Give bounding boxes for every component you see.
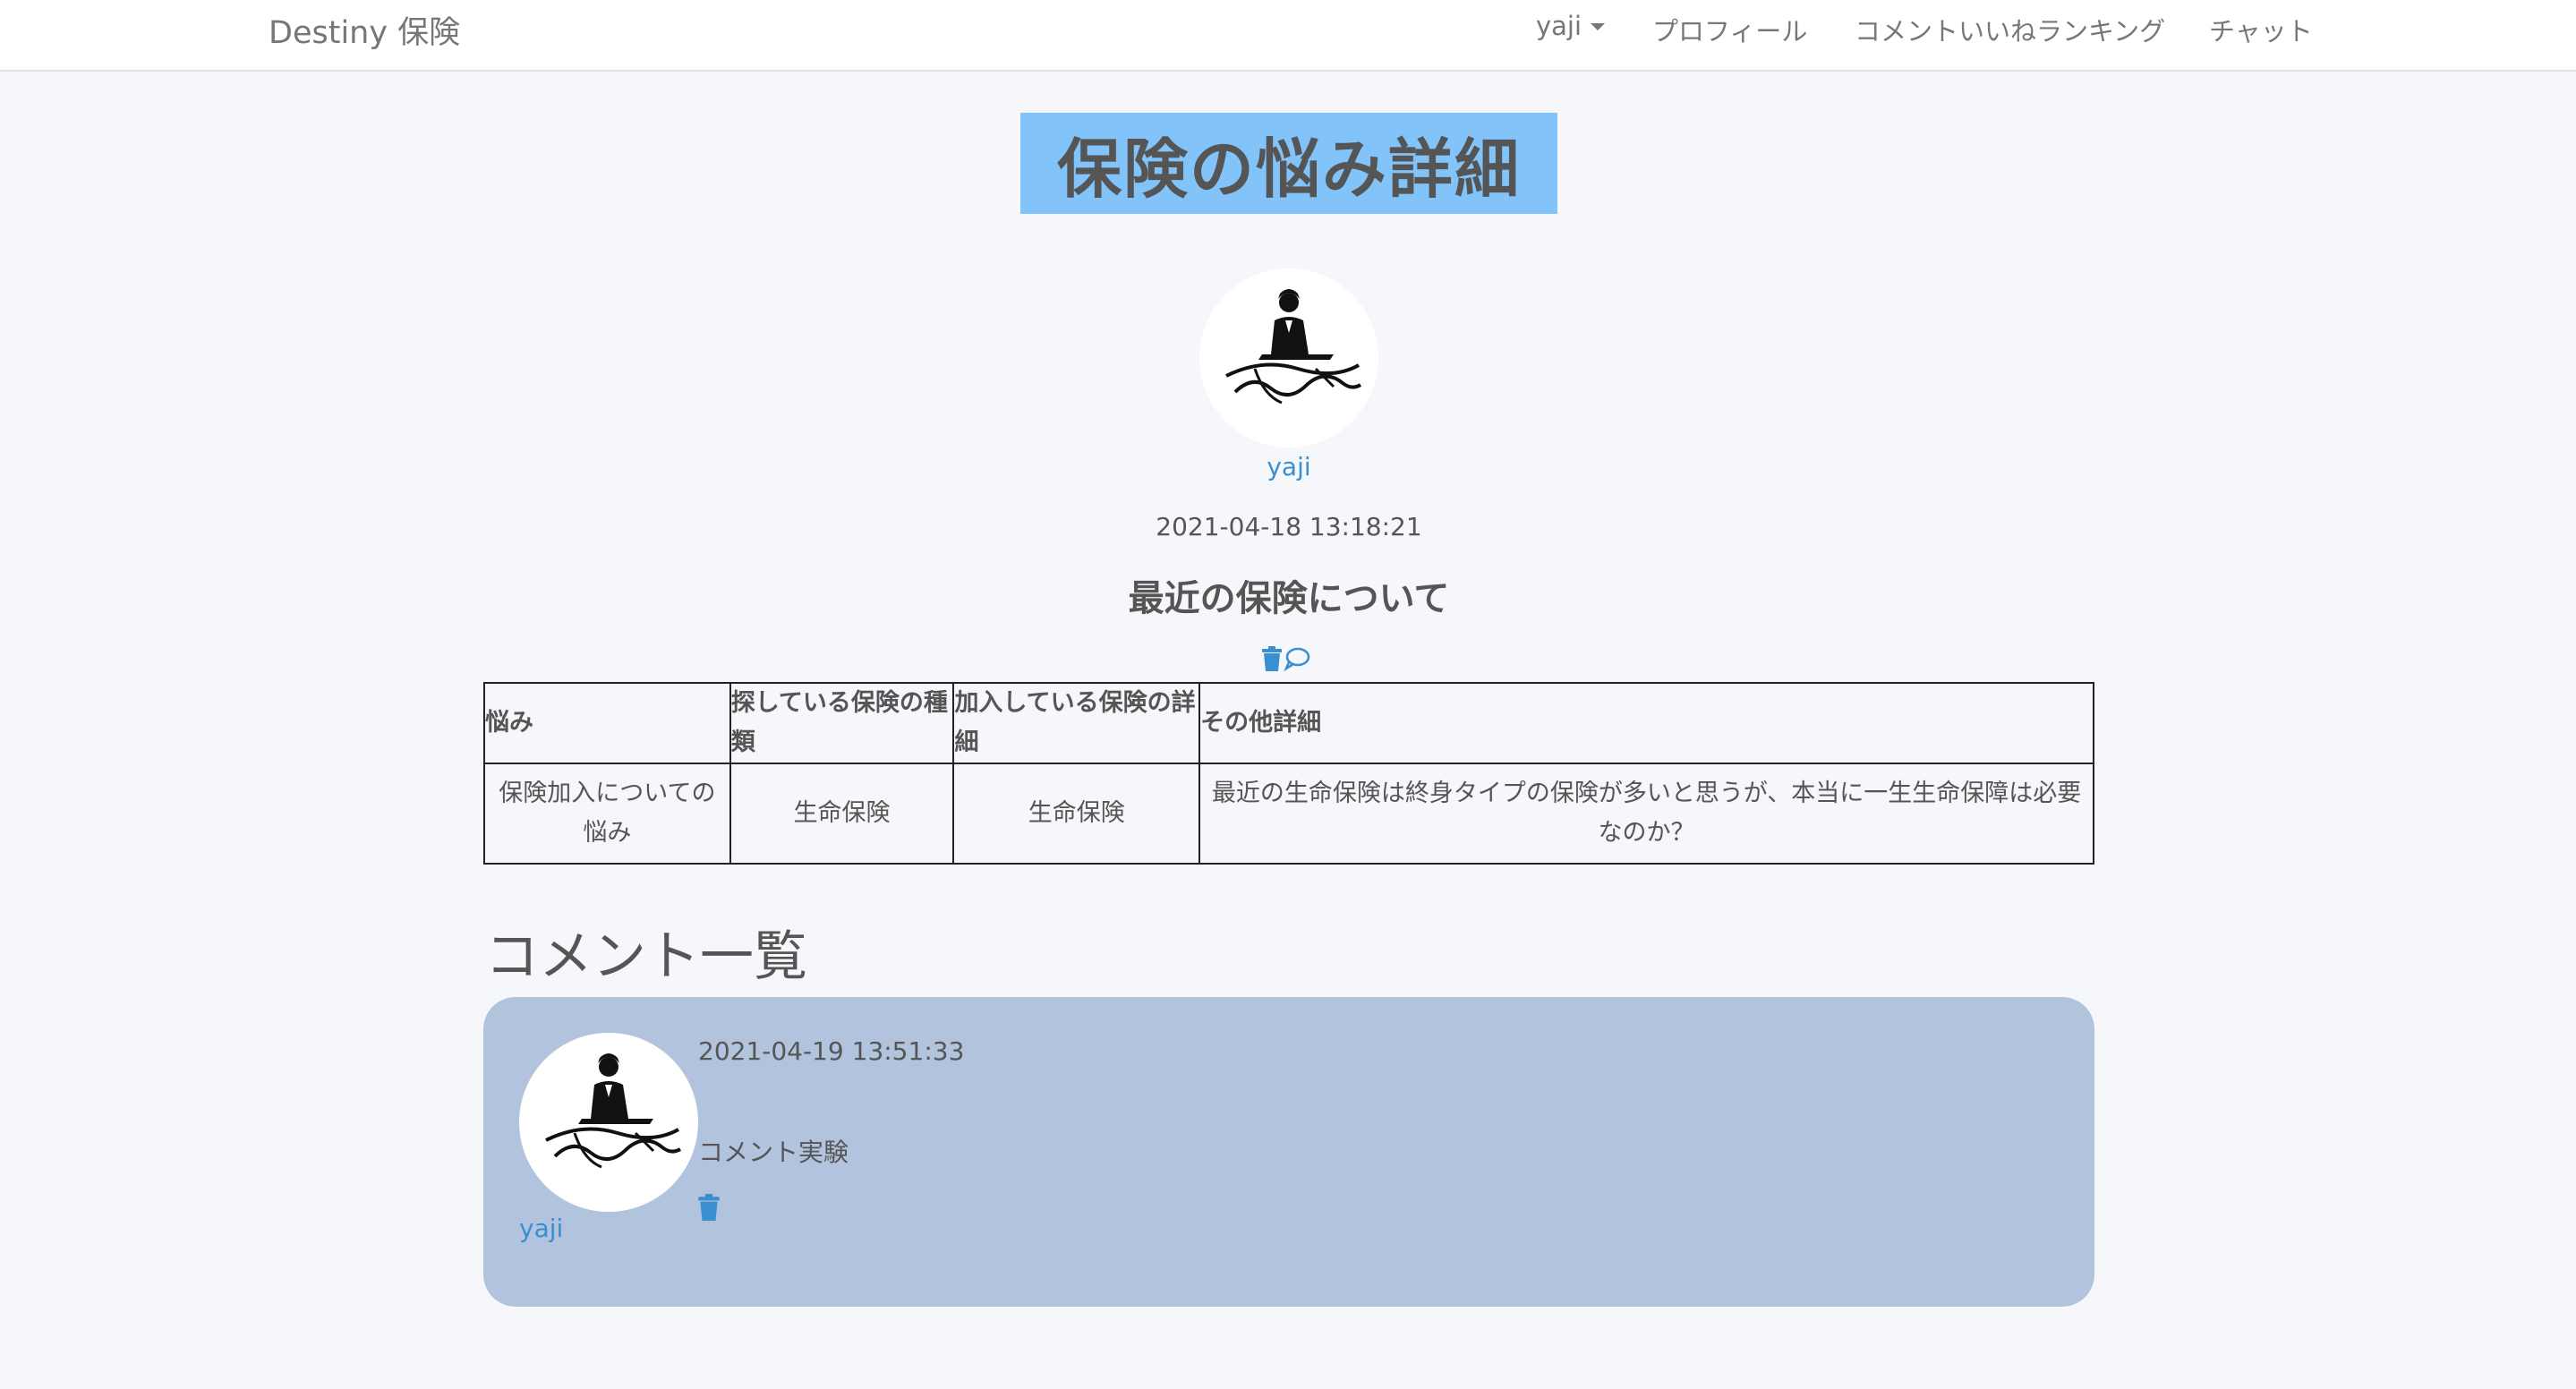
table-cell-other: 最近の生命保険は終身タイプの保険が多いと思うが、本当に一生生命保障は必要なのか？ bbox=[1198, 763, 2094, 865]
avatar-logo-icon bbox=[545, 1053, 682, 1169]
comments-heading: コメント一覧 bbox=[485, 925, 807, 988]
post-date: 2021-04-18 13:18:21 bbox=[1156, 512, 1422, 541]
caret-down-icon bbox=[1591, 23, 1606, 30]
table-cell-worry: 保険加入についての悩み bbox=[483, 763, 731, 865]
comment-avatar[interactable] bbox=[519, 1033, 698, 1212]
table-header-search-type: 探している保険の種類 bbox=[729, 682, 955, 764]
comment-date: 2021-04-19 13:51:33 bbox=[698, 1036, 965, 1066]
table-header-enrolled: 加入している保険の詳細 bbox=[952, 682, 1201, 764]
brand-link[interactable]: Destiny 保険 bbox=[269, 7, 460, 53]
author-avatar[interactable] bbox=[1199, 268, 1378, 447]
table-row: 保険加入についての悩み 生命保険 生命保険 最近の生命保険は終身タイプの保険が多… bbox=[483, 763, 2094, 865]
comment-body: コメント実験 bbox=[698, 1138, 849, 1167]
comment-trash-icon[interactable] bbox=[698, 1194, 720, 1224]
user-menu-dropdown[interactable]: yaji bbox=[1536, 11, 1606, 41]
comment-author-link[interactable]: yaji bbox=[519, 1214, 563, 1243]
author-link[interactable]: yaji bbox=[1199, 452, 1378, 481]
avatar-logo-icon bbox=[1225, 289, 1362, 405]
table-cell-search-type: 生命保険 bbox=[729, 763, 955, 865]
post-actions bbox=[1262, 646, 1310, 675]
comment-icon[interactable] bbox=[1284, 646, 1310, 675]
user-menu-label: yaji bbox=[1536, 11, 1582, 41]
nav-chat-link[interactable]: チャット bbox=[2209, 11, 2313, 48]
page-title: 保険の悩み詳細 bbox=[1056, 132, 1521, 207]
navbar: Destiny 保険 yaji プロフィール コメントいいねランキング チャット bbox=[0, 0, 2576, 72]
table-header-worry: 悩み bbox=[483, 682, 731, 764]
table-header-row: 悩み 探している保険の種類 加入している保険の詳細 その他詳細 bbox=[483, 682, 2094, 764]
table-cell-enrolled: 生命保険 bbox=[952, 763, 1201, 865]
nav-ranking-link[interactable]: コメントいいねランキング bbox=[1855, 11, 2165, 48]
table-header-other: その他詳細 bbox=[1198, 682, 2094, 764]
worry-detail-table: 悩み 探している保険の種類 加入している保険の詳細 その他詳細 保険加入について… bbox=[483, 682, 2094, 865]
page-title-banner: 保険の悩み詳細 bbox=[1020, 113, 1557, 214]
comment-card: yaji 2021-04-19 13:51:33 コメント実験 bbox=[483, 997, 2094, 1307]
post-title: 最近の保険について bbox=[1128, 578, 1450, 619]
nav-profile-link[interactable]: プロフィール bbox=[1652, 11, 1807, 48]
trash-icon[interactable] bbox=[1262, 646, 1282, 675]
